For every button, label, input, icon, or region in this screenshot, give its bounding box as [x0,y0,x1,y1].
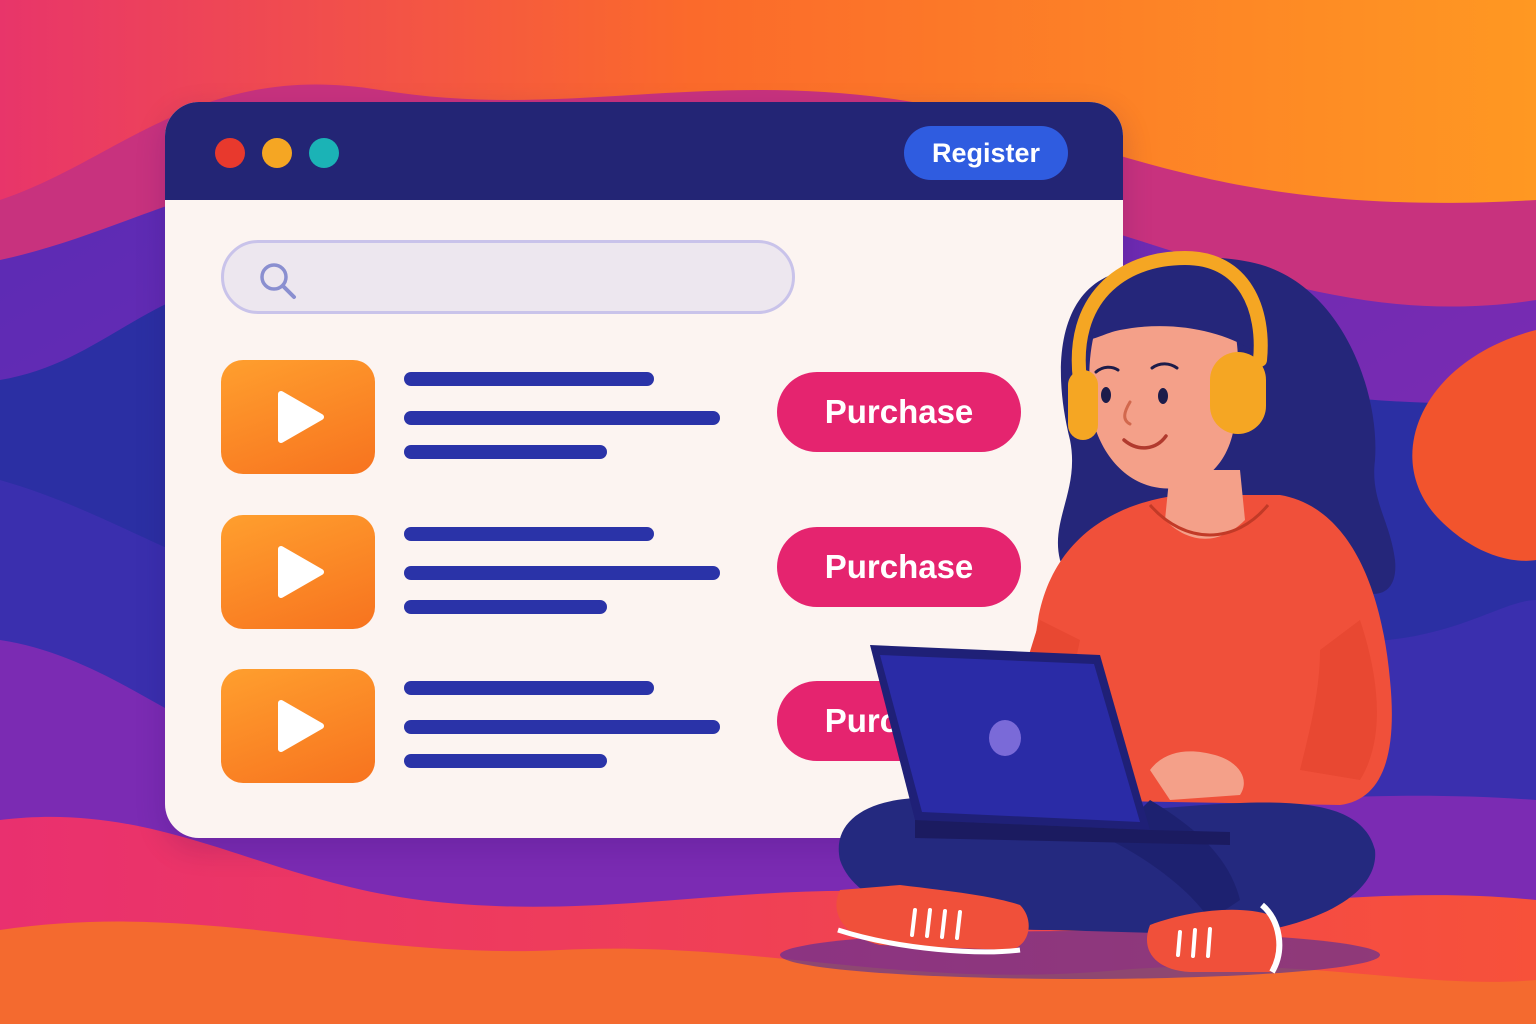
purchase-button[interactable]: Purchase [777,372,1021,452]
course-item: Purchase [221,360,1041,474]
course-meta-line [404,600,607,614]
course-meta-line [404,445,607,459]
search-icon [260,263,296,299]
play-icon [278,546,324,598]
course-meta-line [404,754,607,768]
course-description-line [404,720,720,734]
course-description-line [404,566,720,580]
search-input[interactable] [314,257,778,299]
video-thumbnail[interactable] [221,360,375,474]
purchase-button[interactable]: Purchase [777,527,1021,607]
maximize-dot[interactable] [309,138,339,168]
search-bar[interactable] [221,240,795,314]
minimize-dot[interactable] [262,138,292,168]
course-item: Purchase [221,515,1041,629]
course-title-line [404,372,654,386]
title-bar: Register [165,102,1123,200]
video-thumbnail[interactable] [221,669,375,783]
play-icon [278,700,324,752]
course-title-line [404,681,654,695]
play-icon [278,391,324,443]
course-description-line [404,411,720,425]
register-button[interactable]: Register [904,126,1068,180]
course-title-line [404,527,654,541]
video-thumbnail[interactable] [221,515,375,629]
close-dot[interactable] [215,138,245,168]
